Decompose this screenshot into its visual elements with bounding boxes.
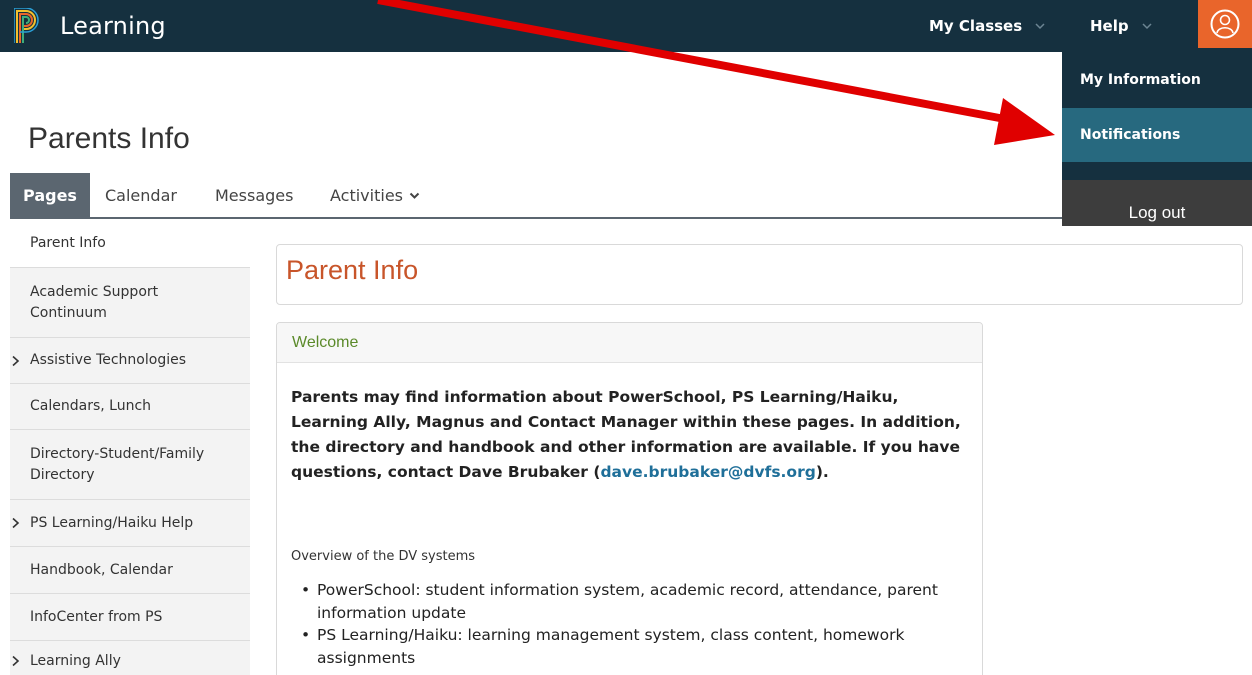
tab-activities[interactable]: Activities	[330, 173, 420, 217]
sidebar-item-handbook-calendar[interactable]: Handbook, Calendar	[10, 547, 250, 594]
sidebar-item-label: Academic Support Continuum	[30, 283, 159, 321]
welcome-heading: Welcome	[292, 334, 359, 351]
sidebar-item-label: PS Learning/Haiku Help	[30, 514, 194, 531]
content-title: Parent Info	[286, 255, 419, 285]
my-classes-menu[interactable]: My Classes	[929, 0, 1046, 52]
pages-sidebar: Parent Info Academic Support Continuum A…	[10, 219, 250, 675]
user-dropdown-menu: My Information Notifications Log out	[1062, 52, 1252, 226]
list-item: PowerSchool: student information system,…	[291, 579, 971, 624]
chevron-right-icon[interactable]	[11, 517, 21, 529]
sidebar-item-learning-ally[interactable]: Learning Ally	[10, 641, 250, 675]
overview-heading: Overview of the DV systems	[291, 549, 476, 564]
sidebar-item-label: Handbook, Calendar	[30, 561, 173, 578]
sidebar-item-assistive-technologies[interactable]: Assistive Technologies	[10, 338, 250, 384]
chevron-right-icon[interactable]	[11, 355, 21, 367]
chevron-down-icon	[1142, 23, 1152, 30]
chevron-down-icon	[1035, 23, 1045, 30]
welcome-panel-header: Welcome	[277, 323, 982, 363]
chevron-right-icon[interactable]	[11, 655, 21, 667]
user-menu-button[interactable]	[1198, 0, 1252, 48]
help-menu[interactable]: Help	[1090, 0, 1153, 52]
sidebar-item-label: Learning Ally	[30, 652, 121, 669]
tab-pages[interactable]: Pages	[10, 173, 90, 217]
brand-name: Learning	[60, 12, 166, 40]
welcome-panel: Welcome Parents may find information abo…	[276, 322, 983, 675]
contact-email-link[interactable]: dave.brubaker@dvfs.org	[600, 463, 815, 481]
welcome-intro-text: Parents may find information about Power…	[291, 385, 971, 485]
sidebar-item-label: Directory-Student/Family Directory	[30, 445, 205, 483]
intro-text-end: ).	[815, 463, 829, 481]
sidebar-item-academic-support[interactable]: Academic Support Continuum	[10, 268, 250, 338]
list-item: PS Learning/Haiku: learning management s…	[291, 624, 971, 669]
powerschool-logo-icon	[14, 8, 39, 43]
tab-calendar[interactable]: Calendar	[105, 173, 177, 217]
section-tabs: Pages Calendar Messages Activities	[10, 173, 1076, 219]
brand-home-link[interactable]: Learning	[14, 8, 166, 44]
top-navbar: Learning My Classes Help	[0, 0, 1252, 52]
my-classes-label: My Classes	[929, 17, 1023, 35]
tab-messages[interactable]: Messages	[215, 173, 293, 217]
notifications-link[interactable]: Notifications	[1062, 108, 1252, 162]
my-information-link[interactable]: My Information	[1062, 52, 1252, 108]
page-title: Parents Info	[28, 122, 190, 155]
sidebar-item-ps-learning-help[interactable]: PS Learning/Haiku Help	[10, 500, 250, 547]
sidebar-item-label: Assistive Technologies	[30, 352, 187, 368]
sidebar-item-calendars-lunch[interactable]: Calendars, Lunch	[10, 384, 250, 430]
sidebar-item-label: Parent Info	[30, 234, 106, 251]
systems-list: PowerSchool: student information system,…	[291, 579, 971, 669]
log-out-button[interactable]: Log out	[1062, 180, 1252, 226]
sidebar-item-label: InfoCenter from PS	[30, 608, 163, 625]
content-title-panel: Parent Info	[276, 244, 1243, 305]
chevron-down-icon	[409, 192, 420, 199]
sidebar-item-parent-info[interactable]: Parent Info	[10, 219, 250, 268]
user-avatar-icon	[1210, 9, 1240, 39]
sidebar-item-directory[interactable]: Directory-Student/Family Directory	[10, 430, 250, 500]
help-label: Help	[1090, 17, 1129, 35]
sidebar-item-label: Calendars, Lunch	[30, 398, 152, 414]
sidebar-item-infocenter[interactable]: InfoCenter from PS	[10, 594, 250, 641]
tab-activities-label: Activities	[330, 185, 403, 205]
